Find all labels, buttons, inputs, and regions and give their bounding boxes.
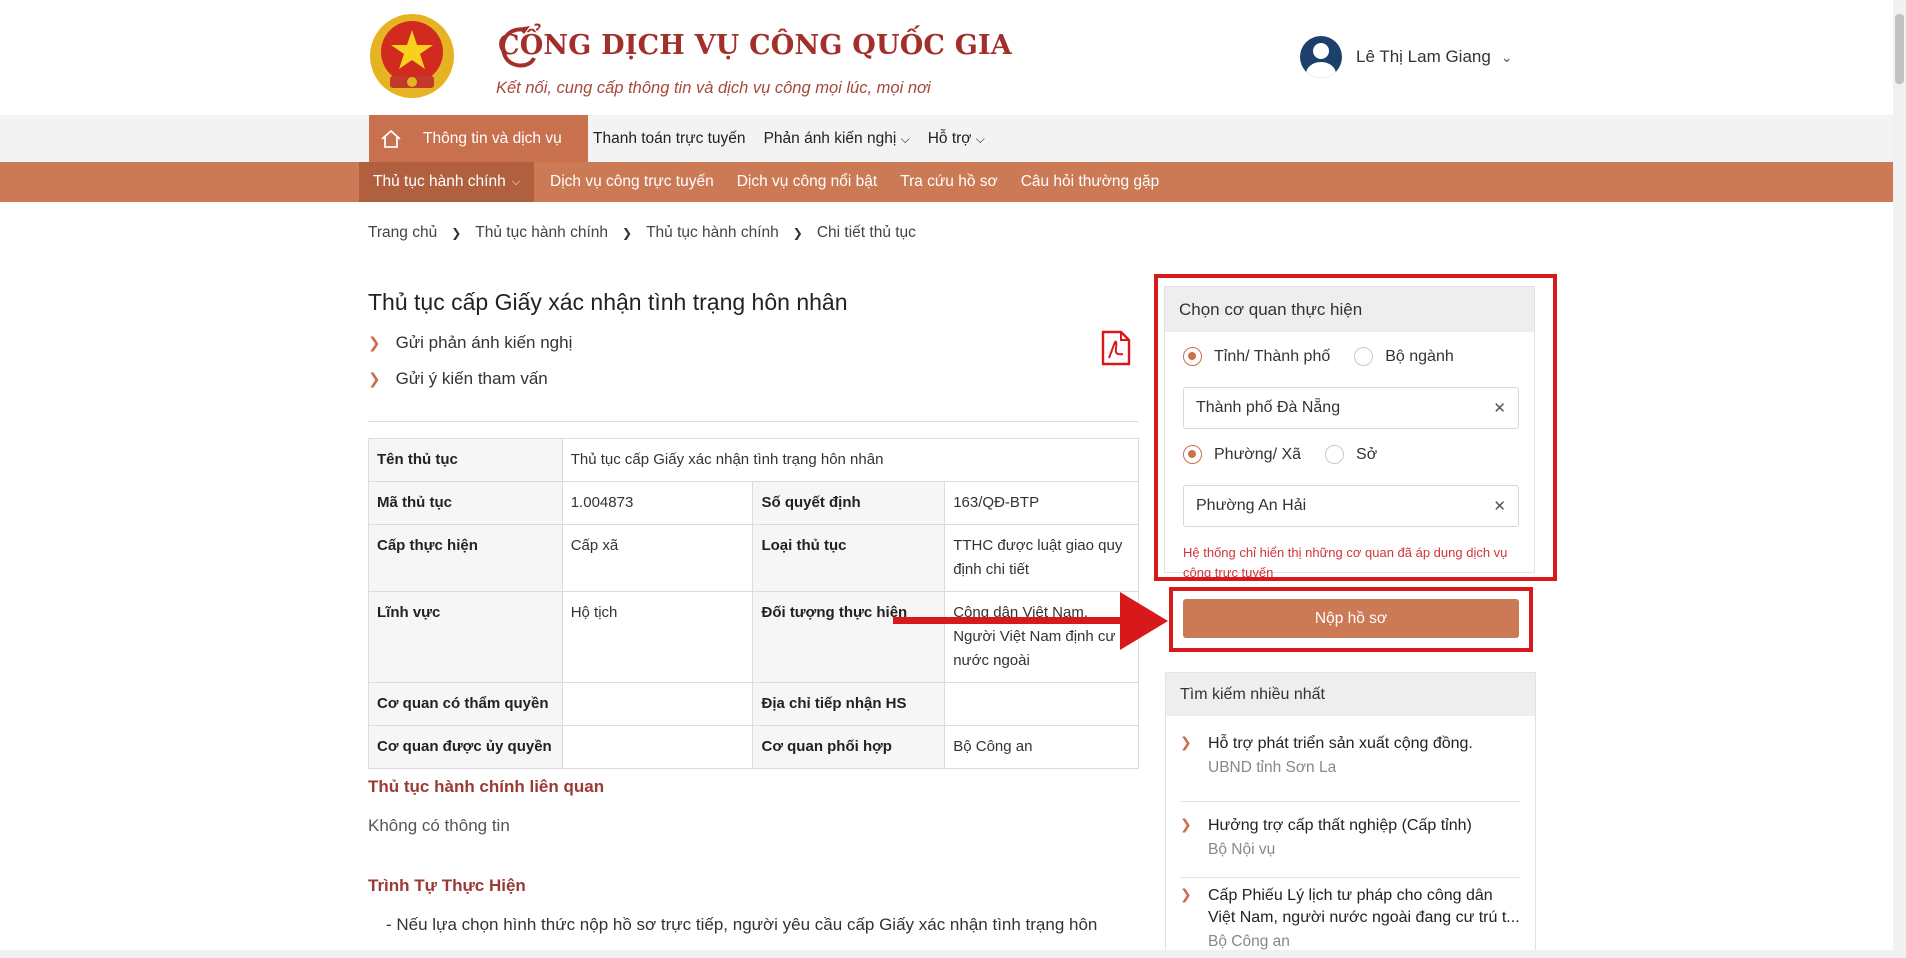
annotation-arrow-head-icon [1120, 592, 1168, 650]
table-row: Cơ quan được ủy quyền Cơ quan phối hợp B… [368, 725, 1139, 769]
chevron-right-icon: ❯ [622, 226, 633, 240]
table-cell-value [561, 725, 754, 769]
nav-item-online-payment[interactable]: Thanh toán trực tuyến [593, 130, 746, 148]
chevron-down-icon: ⌵ [511, 175, 521, 188]
table-cell-value [561, 682, 754, 726]
user-name[interactable]: Lê Thị Lam Giang [1356, 47, 1491, 67]
portal-title[interactable]: CỔNG DỊCH VỤ CÔNG QUỐC GIA [498, 30, 1012, 61]
vertical-scrollbar[interactable] [1893, 0, 1906, 958]
table-cell-value: Hộ tịch [561, 591, 754, 683]
table-row: Tên thủ tục Thủ tục cấp Giấy xác nhận tì… [368, 438, 1140, 482]
chevron-down-icon: ⌵ [900, 131, 910, 146]
chevron-right-icon: ❯ [451, 226, 462, 240]
chevron-right-icon: ❯ [368, 335, 381, 352]
table-row: Cơ quan có thẩm quyền Địa chỉ tiếp nhận … [368, 682, 1139, 726]
divider [1180, 801, 1520, 802]
nav-item-feedback[interactable]: Phản ánh kiến nghị ⌵ [764, 130, 910, 148]
table-cell-value: Thủ tục cấp Giấy xác nhận tình trạng hôn… [561, 438, 1140, 482]
highlight-frame [1169, 587, 1533, 652]
table-cell-label: Địa chỉ tiếp nhận HS [752, 682, 946, 726]
list-item[interactable]: ❯ Hỗ trợ phát triển sản xuất cộng đồng. … [1180, 733, 1520, 777]
table-cell-label: Cấp thực hiện [368, 524, 563, 592]
nav2-item-lookup[interactable]: Tra cứu hồ sơ [900, 173, 998, 191]
list-item[interactable]: ❯ Hưởng trợ cấp thất nghiệp (Cấp tỉnh) B… [1180, 815, 1520, 859]
avatar[interactable] [1300, 36, 1342, 78]
breadcrumb-item[interactable]: Trang chủ [368, 224, 437, 242]
process-text: - Nếu lựa chọn hình thức nộp hồ sơ trực … [386, 915, 1098, 934]
chevron-right-icon: ❯ [792, 226, 803, 240]
table-cell-label: Cơ quan phối hợp [752, 725, 946, 769]
table-cell-label: Mã thủ tục [368, 481, 563, 525]
nav-item-label[interactable]: Thông tin và dịch vụ [423, 130, 562, 148]
table-cell-label: Đối tượng thực hiện [752, 591, 946, 683]
list-item-org: Bộ Nội vụ [1208, 841, 1276, 858]
breadcrumb: Trang chủ ❯ Thủ tục hành chính ❯ Thủ tục… [368, 224, 916, 242]
annotation-arrow-icon [893, 617, 1127, 624]
table-cell-value: Bộ Công an [944, 725, 1139, 769]
breadcrumb-item-current: Chi tiết thủ tục [816, 224, 916, 241]
breadcrumb-item[interactable]: Thủ tục hành chính [475, 224, 608, 242]
procedure-info-table: Tên thủ tục Thủ tục cấp Giấy xác nhận tì… [368, 438, 1140, 769]
divider [368, 421, 1138, 422]
table-cell-value: Cấp xã [561, 524, 754, 592]
table-cell-label: Số quyết định [752, 481, 946, 525]
table-cell-value [944, 682, 1139, 726]
table-cell-label: Tên thủ tục [368, 438, 563, 482]
page-title: Thủ tục cấp Giấy xác nhận tình trạng hôn… [368, 289, 848, 315]
national-emblem-icon[interactable] [368, 12, 456, 100]
nav-item-info-services[interactable]: Thông tin và dịch vụ [369, 115, 588, 162]
nav2-item-faq[interactable]: Câu hỏi thường gặp [1021, 173, 1160, 191]
related-procedures-heading: Thủ tục hành chính liên quan [368, 777, 605, 796]
nav2-item-admin-procedures[interactable]: Thủ tục hành chính ⌵ [359, 162, 535, 202]
table-cell-label: Cơ quan có thẩm quyền [368, 682, 563, 726]
chevron-down-icon: ⌵ [975, 131, 985, 146]
site-header: CỔNG DỊCH VỤ CÔNG QUỐC GIA Kết nối, cung… [0, 0, 1906, 115]
nav2-item-online-services[interactable]: Dịch vụ công trực tuyến [550, 173, 714, 191]
chevron-down-icon[interactable]: ⌄ [1501, 49, 1513, 66]
table-row: Cấp thực hiện Cấp xã Loại thủ tục TTHC đ… [368, 524, 1139, 592]
process-heading: Trình Tự Thực Hiện [368, 876, 526, 895]
highlight-frame [1154, 274, 1557, 581]
nav-item-support[interactable]: Hỗ trợ ⌵ [928, 130, 985, 148]
pdf-icon[interactable] [1101, 330, 1131, 366]
horizontal-scrollbar[interactable] [0, 950, 1906, 958]
chevron-right-icon: ❯ [1180, 886, 1192, 902]
breadcrumb-item[interactable]: Thủ tục hành chính [646, 224, 779, 242]
related-procedures-text: Không có thông tin [368, 816, 510, 835]
table-cell-value: 163/QĐ-BTP [944, 481, 1139, 525]
list-item[interactable]: ❯ Cấp Phiếu Lý lịch tư pháp cho công dân… [1180, 885, 1520, 951]
list-item-title[interactable]: Hưởng trợ cấp thất nghiệp (Cấp tỉnh) [1208, 815, 1520, 837]
nav2-item-featured-services[interactable]: Dịch vụ công nổi bật [737, 173, 877, 191]
send-feedback-link[interactable]: ❯ Gửi phản ánh kiến nghị [368, 333, 572, 353]
list-item-title[interactable]: Cấp Phiếu Lý lịch tư pháp cho công dân V… [1208, 885, 1520, 929]
table-row: Lĩnh vực Hộ tịch Đối tượng thực hiện Côn… [368, 591, 1139, 683]
table-cell-label: Loại thủ tục [752, 524, 946, 592]
primary-nav: Thông tin và dịch vụ Thanh toán trực tuy… [0, 115, 1906, 162]
chevron-right-icon: ❯ [368, 371, 381, 388]
scrollbar-thumb[interactable] [1895, 14, 1904, 84]
list-item-title[interactable]: Hỗ trợ phát triển sản xuất cộng đồng. [1208, 733, 1520, 755]
table-cell-label: Cơ quan được ủy quyền [368, 725, 563, 769]
divider [1180, 877, 1520, 878]
table-row: Mã thủ tục 1.004873 Số quyết định 163/QĐ… [368, 481, 1139, 525]
user-menu[interactable]: Lê Thị Lam Giang ⌄ [1300, 36, 1513, 78]
secondary-nav: Thủ tục hành chính ⌵ Dịch vụ công trực t… [0, 162, 1906, 202]
table-cell-value: Công dân Việt Nam, Người Việt Nam định c… [944, 591, 1139, 683]
table-cell-value: 1.004873 [561, 481, 754, 525]
chevron-right-icon: ❯ [1180, 816, 1192, 832]
table-cell-value: TTHC được luật giao quy định chi tiết [944, 524, 1139, 592]
panel-heading: Tìm kiếm nhiều nhất [1166, 673, 1535, 716]
portal-subtitle: Kết nối, cung cấp thông tin và dịch vụ c… [496, 79, 931, 97]
table-cell-label: Lĩnh vực [368, 591, 563, 683]
send-consultation-link[interactable]: ❯ Gửi ý kiến tham vấn [368, 369, 548, 389]
home-icon[interactable] [369, 115, 413, 162]
list-item-org: Bộ Công an [1208, 933, 1290, 950]
list-item-org: UBND tỉnh Sơn La [1208, 759, 1337, 776]
top-searches-panel: Tìm kiếm nhiều nhất ❯ Hỗ trợ phát triển … [1165, 672, 1536, 958]
chevron-right-icon: ❯ [1180, 734, 1192, 750]
